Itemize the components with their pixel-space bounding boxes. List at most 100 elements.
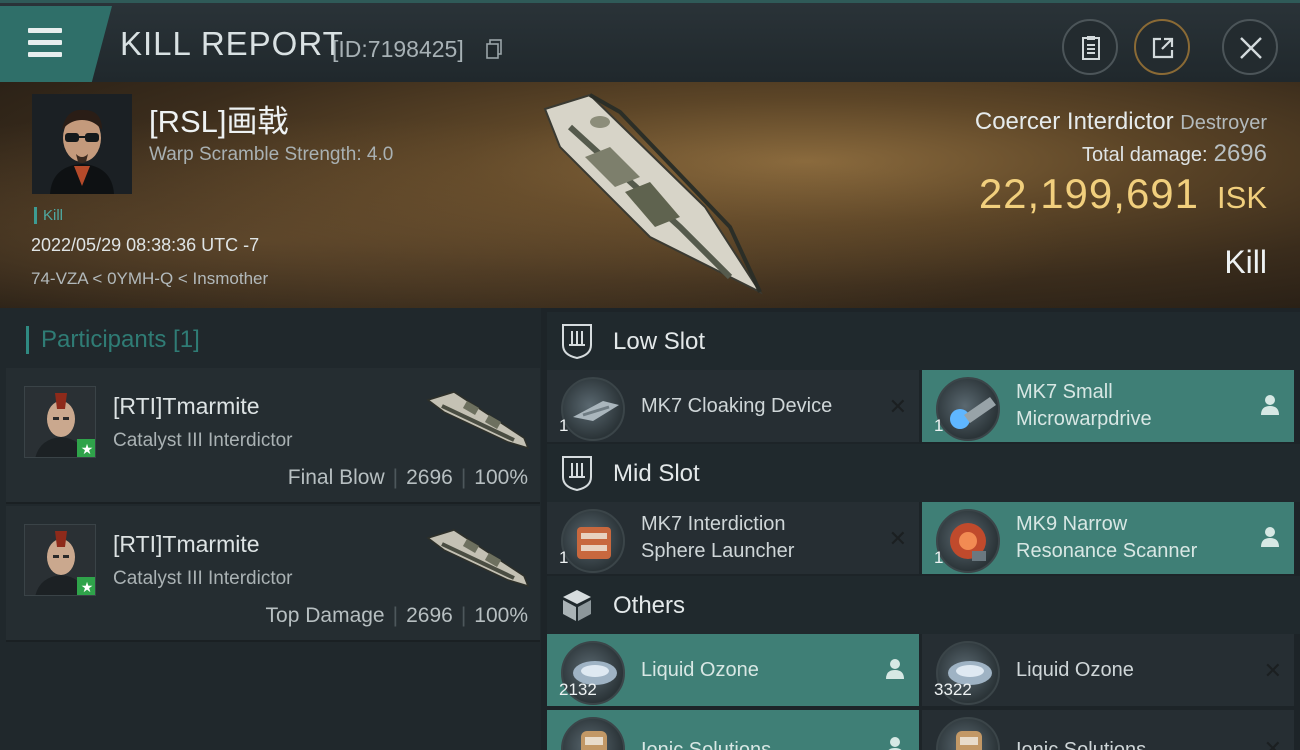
item-name-line: MK9 Narrow <box>1016 513 1128 535</box>
result-label: Kill <box>1224 244 1267 280</box>
item-name-line: Sphere Launcher <box>641 540 795 562</box>
menu-button[interactable] <box>0 6 112 82</box>
star-icon: ★ <box>77 439 95 457</box>
fitting-item[interactable]: 1 MK7 Small Microwarpdrive <box>922 370 1294 442</box>
victim-ship[interactable]: Coercer Interdictor Destroyer <box>975 108 1267 136</box>
participant-damage: 2696 <box>406 604 453 627</box>
victim-ship-image <box>543 93 763 295</box>
kill-datetime: 2022/05/29 08:38:36 UTC -7 <box>31 235 260 255</box>
item-icon <box>561 717 625 750</box>
isk-amount: 22,199,691 <box>978 170 1200 217</box>
item-name-line: Microwarpdrive <box>1016 408 1152 430</box>
item-name: MK7 Cloaking Device <box>641 395 833 417</box>
destroyed-icon: ✕ <box>1263 658 1282 683</box>
participant-damage: 2696 <box>406 466 453 489</box>
destroyed-icon: ✕ <box>888 526 907 551</box>
participant-stats: Top Damage | 2696 | 100% <box>265 604 528 627</box>
victim-ship-name: Coercer Interdictor <box>974 108 1174 135</box>
clipboard-button[interactable] <box>1062 19 1118 75</box>
destroyed-icon: ✕ <box>1263 736 1282 750</box>
participant-ship-image <box>426 529 530 588</box>
participant-avatar: ★ <box>24 386 96 458</box>
section-others: Others <box>547 576 1300 634</box>
mid-slot-icon <box>562 456 592 491</box>
share-icon <box>1152 37 1174 59</box>
participant-row[interactable]: ★ [RTI]Tmarmite Catalyst III Interdictor… <box>6 506 540 642</box>
participant-ship: Catalyst III Interdictor <box>113 568 293 589</box>
fitting-item[interactable]: 2132 Liquid Ozone <box>547 634 919 706</box>
report-id: [ID:7198425] <box>332 36 464 62</box>
star-icon: ★ <box>77 577 95 595</box>
item-name: MK7 Interdiction Sphere Launcher <box>641 511 794 565</box>
item-quantity: 1 <box>934 416 944 435</box>
total-damage-value: 2696 <box>1213 140 1267 167</box>
section-mid-slot: Mid Slot <box>547 444 1300 502</box>
participant-role: Top Damage <box>265 604 385 627</box>
participant-name: [RTI]Tmarmite <box>113 393 260 419</box>
victim-name[interactable]: [RSL]画戟 <box>149 96 289 141</box>
clipboard-icon <box>1082 36 1100 60</box>
participant-name: [RTI]Tmarmite <box>113 531 260 557</box>
participant-ship-image <box>426 391 530 450</box>
section-low-slot: Low Slot <box>547 312 1300 370</box>
victim-ship-class: Destroyer <box>1180 112 1267 134</box>
fitting-item[interactable]: 1 MK7 Interdiction Sphere Launcher ✕ <box>547 502 919 574</box>
item-icon <box>936 377 1000 441</box>
fitting-item[interactable]: Ionic Solutions ✕ <box>922 710 1294 750</box>
fitting-item[interactable]: 3322 Liquid Ozone ✕ <box>922 634 1294 706</box>
top-bar: KILL REPORT [ID:7198425] <box>0 0 1300 82</box>
item-quantity: 1 <box>559 416 569 435</box>
item-name: Liquid Ozone <box>1016 659 1134 681</box>
total-damage-label: Total damage: <box>1081 144 1208 166</box>
fitting-item[interactable]: Ionic Solutions <box>547 710 919 750</box>
participants-heading: Participants [1] <box>26 326 200 354</box>
participant-row[interactable]: ★ [RTI]Tmarmite Catalyst III Interdictor… <box>6 368 540 504</box>
fitting-panel: Low Slot 1 MK7 Cloaking Device ✕ 1 MK7 S… <box>541 308 1300 750</box>
person-icon <box>1261 527 1279 547</box>
section-label: Low Slot <box>613 328 706 355</box>
isk-unit: ISK <box>1217 180 1267 215</box>
item-quantity: 1 <box>559 548 569 567</box>
close-icon <box>1240 37 1262 59</box>
item-icon <box>936 509 1000 573</box>
item-name: Liquid Ozone <box>641 659 759 681</box>
kill-location[interactable]: 74-VZA < 0YMH-Q < Insmother <box>31 269 268 289</box>
isk-value: 22,199,691 ISK <box>979 170 1267 218</box>
item-name: Ionic Solutions <box>1016 739 1147 750</box>
section-label: Mid Slot <box>613 460 700 487</box>
section-label: Others <box>613 592 686 619</box>
share-button[interactable] <box>1134 19 1190 75</box>
item-name-line: MK7 Small <box>1016 381 1113 403</box>
person-icon <box>886 659 904 679</box>
item-name: Ionic Solutions <box>641 739 772 750</box>
victim-banner: [RSL]画戟 Warp Scramble Strength: 4.0 Kill… <box>0 82 1300 308</box>
participant-ship: Catalyst III Interdictor <box>113 430 293 451</box>
person-icon <box>888 737 902 750</box>
item-quantity: 2132 <box>559 680 597 699</box>
person-icon <box>1261 395 1279 415</box>
participant-percent: 100% <box>474 604 528 627</box>
fitting-item[interactable]: 1 MK7 Cloaking Device ✕ <box>547 370 919 442</box>
copy-icon[interactable] <box>486 39 502 59</box>
item-icon <box>936 717 1000 750</box>
item-icon <box>561 509 625 573</box>
low-slot-icon <box>562 324 592 359</box>
close-button[interactable] <box>1222 19 1278 75</box>
kill-tag: Kill <box>34 207 63 224</box>
participant-percent: 100% <box>474 466 528 489</box>
participant-stats: Final Blow | 2696 | 100% <box>287 466 528 489</box>
item-icon <box>561 377 625 441</box>
item-name: MK9 Narrow Resonance Scanner <box>1016 511 1197 565</box>
victim-portrait[interactable] <box>32 94 132 194</box>
item-name-line: MK7 Interdiction <box>641 513 786 535</box>
hamburger-icon <box>28 28 62 58</box>
item-quantity: 1 <box>934 548 944 567</box>
fitting-item[interactable]: 1 MK9 Narrow Resonance Scanner <box>922 502 1294 574</box>
item-quantity: 3322 <box>934 680 972 699</box>
warp-scramble-strength: Warp Scramble Strength: 4.0 <box>149 144 394 165</box>
destroyed-icon: ✕ <box>888 394 907 419</box>
participant-role: Final Blow <box>287 466 385 489</box>
total-damage: Total damage: 2696 <box>1082 140 1267 168</box>
cargo-box-icon <box>563 590 591 621</box>
item-name: MK7 Small Microwarpdrive <box>1016 379 1152 433</box>
